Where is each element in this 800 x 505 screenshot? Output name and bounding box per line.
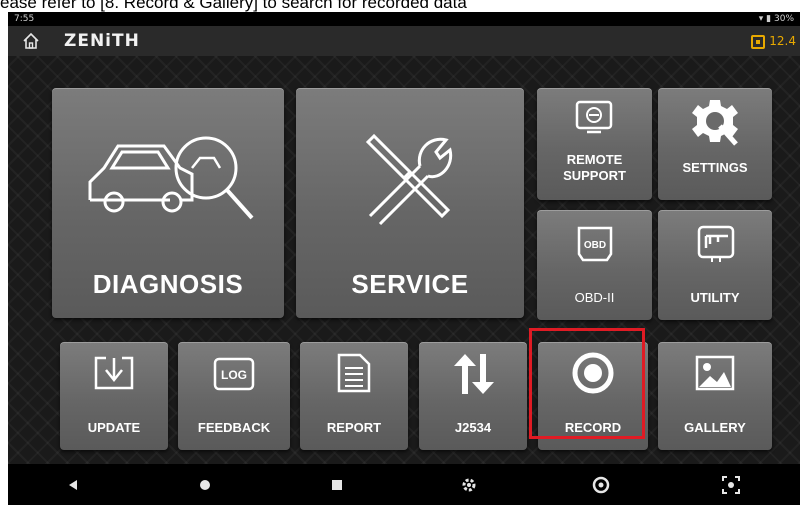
- back-icon[interactable]: [62, 474, 84, 496]
- remote-support-tile[interactable]: REMOTE SUPPORT: [537, 88, 652, 200]
- obd2-label: OBD-II: [574, 290, 615, 305]
- obd-icon-text: OBD: [584, 240, 606, 251]
- update-tile[interactable]: UPDATE: [60, 342, 168, 450]
- j2534-tile[interactable]: J2534: [419, 342, 527, 450]
- status-indicators: ▾ ▮ 30%: [758, 14, 794, 24]
- settings-nav-icon[interactable]: [458, 474, 480, 496]
- report-label: REPORT: [326, 420, 382, 435]
- record-icon: [572, 352, 614, 394]
- utility-label: UTILITY: [690, 290, 740, 305]
- feedback-tile[interactable]: LOG FEEDBACK: [178, 342, 290, 450]
- status-bar: 7:55 ▾ ▮ 30%: [8, 12, 800, 26]
- gallery-tile[interactable]: GALLERY: [658, 342, 772, 450]
- home-circle-icon[interactable]: [194, 474, 216, 496]
- wrench-screwdriver-icon: [365, 133, 453, 226]
- obd-connector-icon: OBD: [577, 226, 613, 262]
- home-icon[interactable]: [22, 32, 40, 50]
- recent-apps-icon[interactable]: [326, 474, 348, 496]
- service-label: SERVICE: [351, 269, 469, 299]
- browser-icon[interactable]: [590, 474, 612, 496]
- log-feedback-icon: LOG: [213, 357, 255, 391]
- vehicle-battery-voltage: 12.4: [751, 32, 796, 50]
- car-diagnosis-icon: [88, 136, 254, 220]
- battery-icon: [751, 34, 766, 49]
- diagnosis-label: DIAGNOSIS: [92, 269, 244, 299]
- app-header: ZENiTH 12.4: [8, 26, 800, 56]
- settings-tile[interactable]: SETTINGS: [658, 88, 772, 200]
- report-tile[interactable]: REPORT: [300, 342, 408, 450]
- gallery-image-icon: [695, 355, 735, 391]
- feedback-label: FEEDBACK: [197, 420, 271, 435]
- j2534-label: J2534: [454, 420, 492, 435]
- screenshot-icon[interactable]: [720, 474, 742, 496]
- gallery-label: GALLERY: [684, 420, 746, 435]
- service-tile[interactable]: SERVICE: [296, 88, 524, 318]
- obd2-tile[interactable]: OBD OBD-II: [537, 210, 652, 320]
- tablet-screen: 7:55 ▾ ▮ 30% ZENiTH 12.4 DIAGNOSIS SERVI…: [8, 12, 800, 505]
- settings-label: SETTINGS: [682, 160, 748, 175]
- settings-gear-icon: [692, 100, 738, 146]
- document-caption: ease refer to [8. Record & Gallery] to s…: [0, 0, 467, 12]
- utility-tile[interactable]: UTILITY: [658, 210, 772, 320]
- status-time: 7:55: [14, 14, 35, 24]
- record-label: RECORD: [564, 420, 622, 435]
- zenith-logo: ZENiTH: [64, 31, 140, 51]
- diagnosis-tile[interactable]: DIAGNOSIS: [52, 88, 284, 318]
- remote-support-icon: [575, 100, 613, 134]
- update-label: UPDATE: [87, 420, 141, 435]
- caliper-utility-icon: [697, 225, 735, 262]
- up-down-arrows-icon: [454, 354, 494, 394]
- remote-support-label-line2: SUPPORT: [563, 168, 626, 183]
- log-icon-text: LOG: [221, 368, 247, 382]
- remote-support-label-line1: REMOTE: [566, 152, 623, 167]
- record-tile[interactable]: RECORD: [538, 342, 648, 450]
- report-document-icon: [337, 353, 371, 393]
- battery-voltage-value: 12.4: [769, 34, 796, 48]
- update-download-icon: [94, 356, 134, 390]
- android-navigation-bar: [8, 464, 800, 505]
